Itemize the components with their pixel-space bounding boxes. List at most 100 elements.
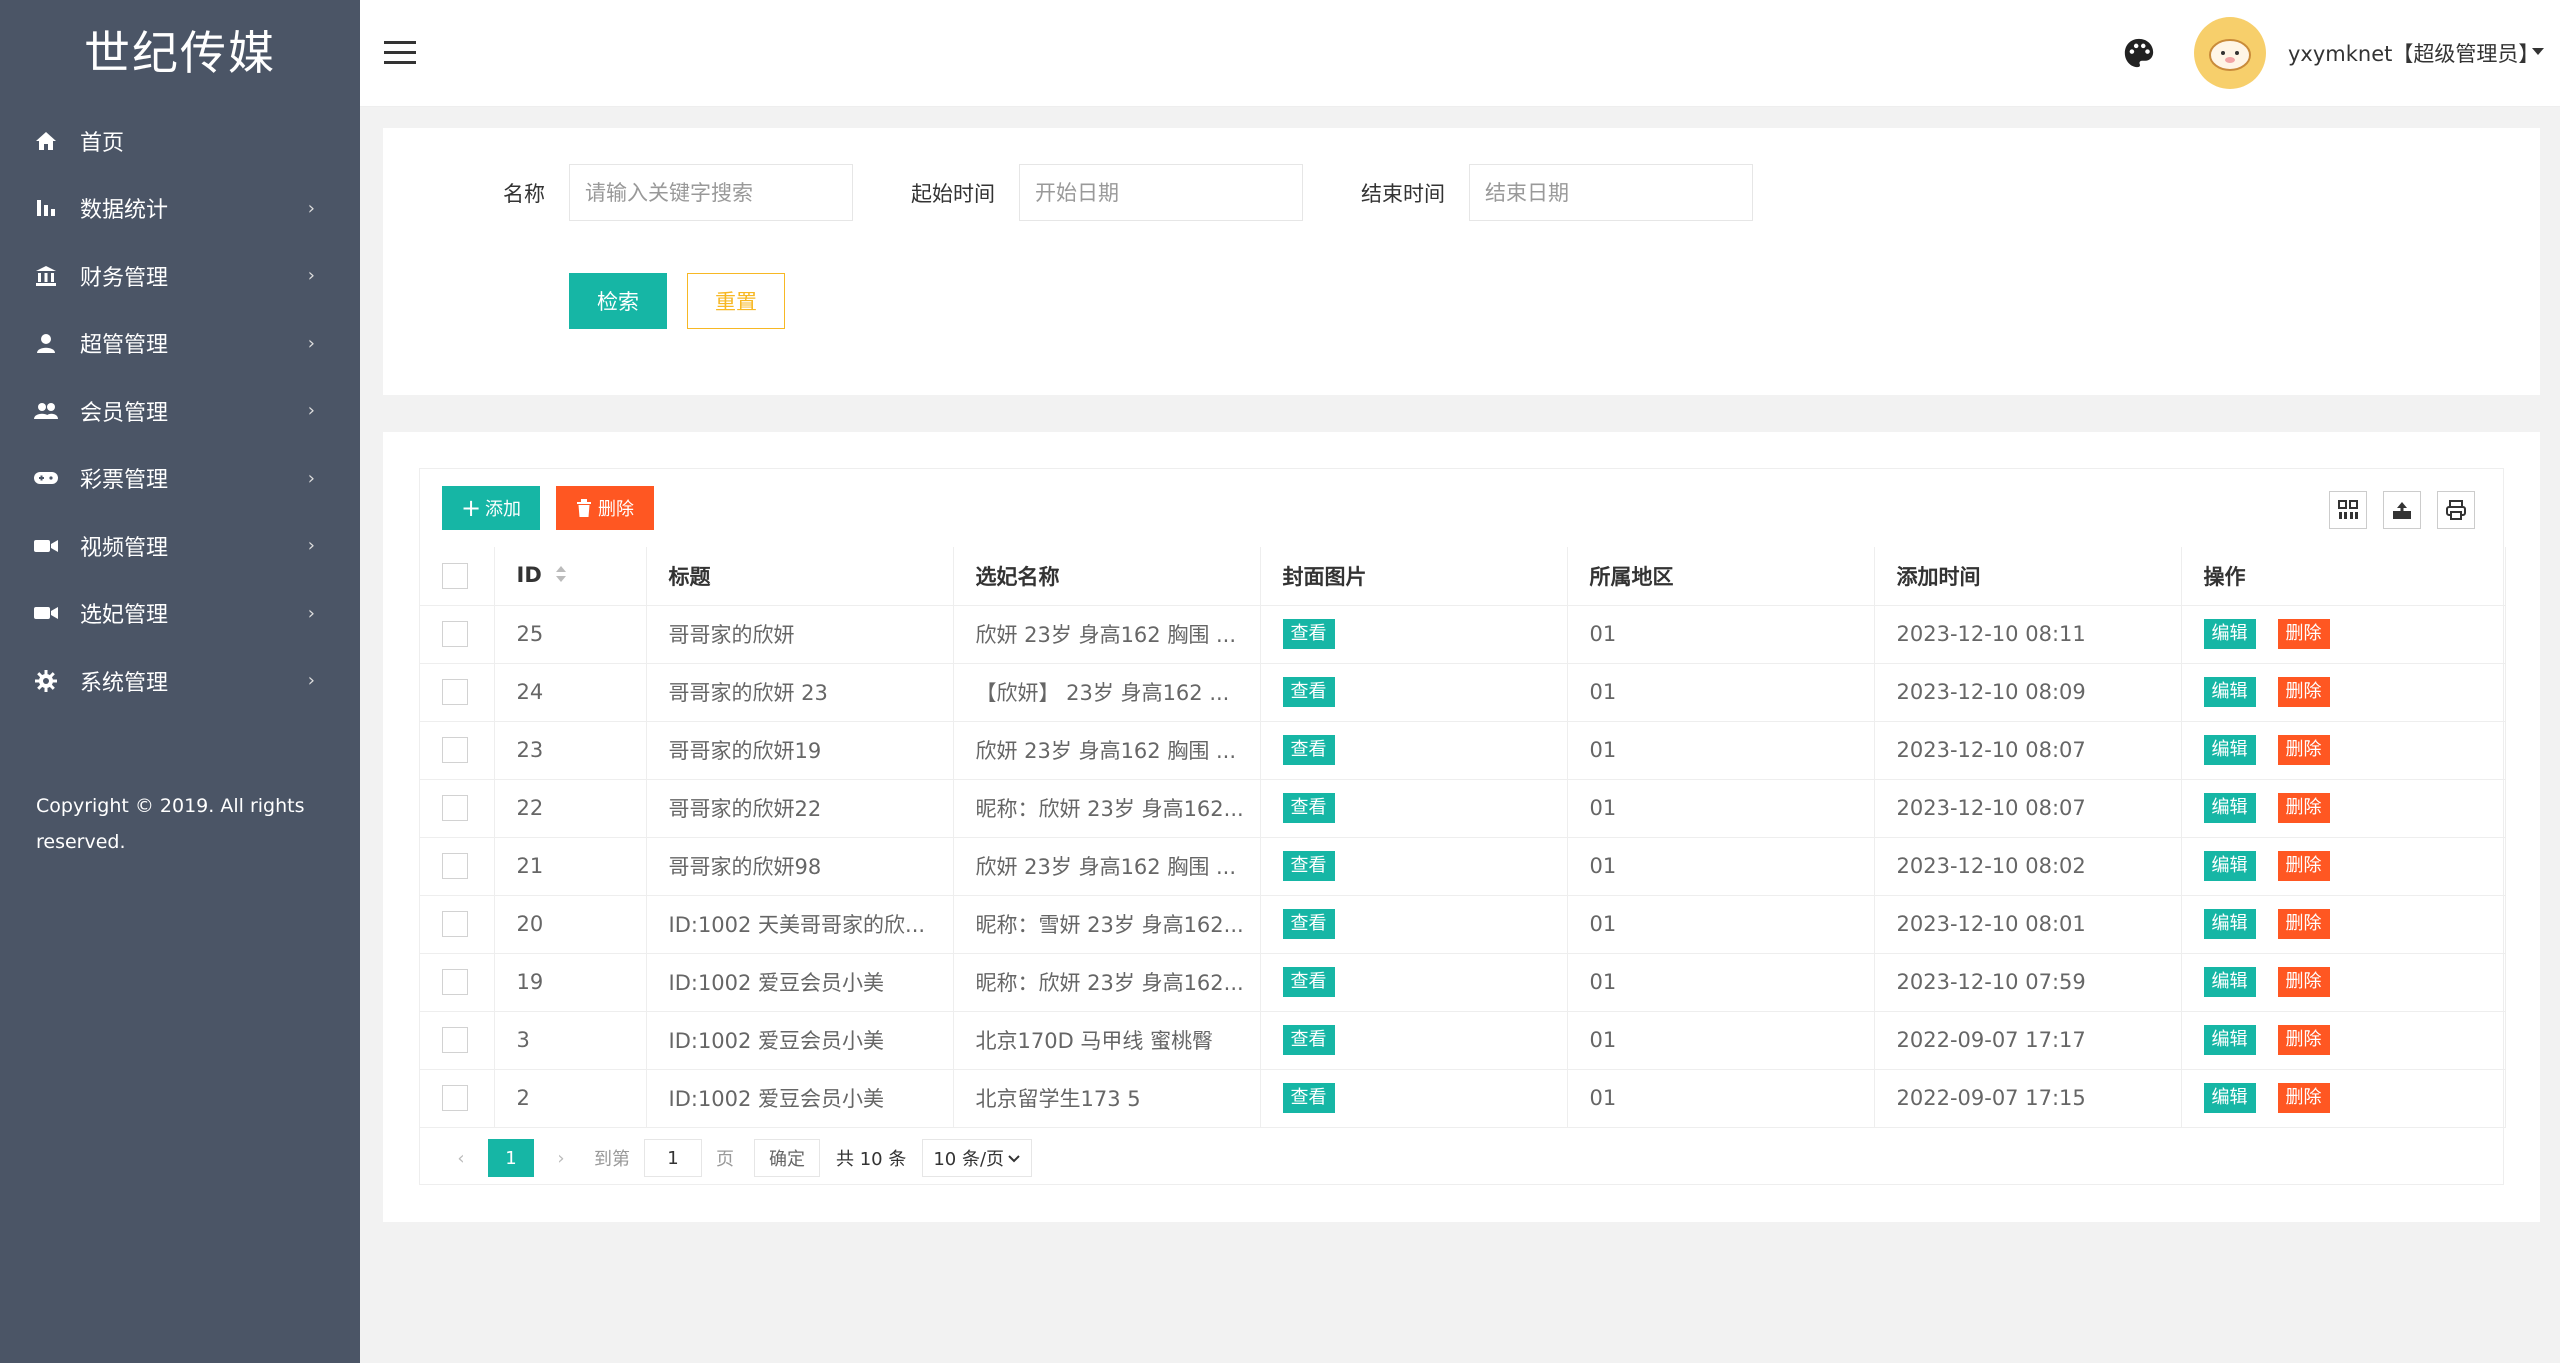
delete-button[interactable]: 删除 xyxy=(2277,677,2330,707)
delete-button[interactable]: 删除 xyxy=(2277,1083,2330,1113)
row-checkbox[interactable] xyxy=(442,911,468,937)
start-date-input[interactable] xyxy=(1019,164,1303,221)
edit-button[interactable]: 编辑 xyxy=(2203,677,2256,707)
view-cover-button[interactable]: 查看 xyxy=(1282,735,1335,765)
cell-id: 22 xyxy=(494,779,647,838)
view-cover-button[interactable]: 查看 xyxy=(1282,909,1335,939)
cell-id: 3 xyxy=(494,1011,647,1070)
data-table: ID 标题 选妃名称 封面图片 所属地区 添加时间 操作 25 哥哥家的欣妍 欣妍 … xyxy=(420,547,2506,1128)
cell-name: 【欣妍】 23岁 身高162 ... xyxy=(953,663,1261,722)
sort-icon[interactable] xyxy=(554,564,568,588)
edit-button[interactable]: 编辑 xyxy=(2203,1083,2256,1113)
batch-delete-button[interactable]: 删除 xyxy=(556,486,654,530)
view-cover-button[interactable]: 查看 xyxy=(1282,793,1335,823)
select-all-checkbox-cell xyxy=(420,547,495,606)
view-cover-button[interactable]: 查看 xyxy=(1282,677,1335,707)
delete-button[interactable]: 删除 xyxy=(2277,619,2330,649)
username[interactable]: yxymknet【超级管理员】 xyxy=(2288,38,2539,68)
table-row: 22 哥哥家的欣妍22 昵称：欣妍 23岁 身高162... 查看 01 2023-12-… xyxy=(420,779,2506,838)
page-unit-label: 页 xyxy=(716,1149,734,1170)
cell-id: 20 xyxy=(494,895,647,954)
cell-cover: 查看 xyxy=(1260,1011,1568,1070)
sidebar-item-system[interactable]: 系统管理 › xyxy=(0,647,360,715)
cell-id: 21 xyxy=(494,837,647,896)
view-cover-button[interactable]: 查看 xyxy=(1282,1025,1335,1055)
search-button[interactable]: 检索 xyxy=(569,273,667,329)
brand-logo: 世纪传媒 xyxy=(84,26,276,80)
goto-page-input[interactable] xyxy=(644,1139,702,1177)
end-time-label: 结束时间 xyxy=(1361,182,1445,206)
prev-page-button[interactable]: ‹ xyxy=(442,1139,480,1177)
chevron-right-icon: › xyxy=(307,332,315,354)
column-header-id[interactable]: ID xyxy=(494,547,647,606)
video-camera-icon xyxy=(32,532,60,560)
avatar[interactable] xyxy=(2194,17,2266,89)
caret-down-icon[interactable] xyxy=(2532,48,2544,55)
select-all-checkbox[interactable] xyxy=(442,562,468,589)
row-checkbox[interactable] xyxy=(442,795,468,821)
view-cover-button[interactable]: 查看 xyxy=(1282,851,1335,881)
sidebar-item-finance[interactable]: 财务管理 › xyxy=(0,242,360,310)
sidebar-item-stats[interactable]: 数据统计 › xyxy=(0,175,360,243)
view-cover-button[interactable]: 查看 xyxy=(1282,1083,1335,1113)
delete-button[interactable]: 删除 xyxy=(2277,1025,2330,1055)
row-checkbox[interactable] xyxy=(442,1027,468,1053)
sidebar-item-lottery[interactable]: 彩票管理 › xyxy=(0,445,360,513)
cell-name: 昵称：欣妍 23岁 身高162... xyxy=(953,953,1261,1012)
print-icon[interactable] xyxy=(2437,491,2475,529)
top-header: yxymknet【超级管理员】 xyxy=(360,0,2560,107)
export-icon[interactable] xyxy=(2383,491,2421,529)
table-body: 25 哥哥家的欣妍 欣妍 23岁 身高162 胸围 ... 查看 01 2023-12-1… xyxy=(420,605,2506,1128)
edit-button[interactable]: 编辑 xyxy=(2203,1025,2256,1055)
edit-button[interactable]: 编辑 xyxy=(2203,851,2256,881)
cell-id: 2 xyxy=(494,1069,647,1128)
name-search-input[interactable] xyxy=(569,164,853,221)
column-header-time: 添加时间 xyxy=(1874,547,2182,606)
page-size-select[interactable]: 10 条/页 xyxy=(922,1139,1033,1177)
cell-title: 哥哥家的欣妍 xyxy=(646,605,954,664)
user-icon xyxy=(32,329,60,357)
end-date-input[interactable] xyxy=(1469,164,1753,221)
next-page-button[interactable]: › xyxy=(542,1139,580,1177)
edit-button[interactable]: 编辑 xyxy=(2203,735,2256,765)
row-checkbox-cell xyxy=(420,1011,495,1070)
edit-button[interactable]: 编辑 xyxy=(2203,909,2256,939)
delete-button[interactable]: 删除 xyxy=(2277,909,2330,939)
sidebar-item-admin[interactable]: 超管管理 › xyxy=(0,310,360,378)
delete-button[interactable]: 删除 xyxy=(2277,967,2330,997)
delete-button[interactable]: 删除 xyxy=(2277,851,2330,881)
chevron-down-icon xyxy=(1007,1148,1021,1169)
edit-button[interactable]: 编辑 xyxy=(2203,793,2256,823)
row-checkbox[interactable] xyxy=(442,737,468,763)
palette-icon[interactable] xyxy=(2122,36,2156,70)
cell-actions: 编辑 删除 xyxy=(2181,721,2506,780)
sidebar-item-label: 选妃管理 xyxy=(80,603,169,629)
sidebar-item-home[interactable]: 首页 xyxy=(0,107,360,175)
row-checkbox[interactable] xyxy=(442,621,468,647)
row-checkbox[interactable] xyxy=(442,969,468,995)
menu-toggle-icon[interactable] xyxy=(384,41,416,67)
page-number-current[interactable]: 1 xyxy=(488,1139,534,1177)
row-checkbox[interactable] xyxy=(442,853,468,879)
reset-button[interactable]: 重置 xyxy=(687,273,785,329)
cell-id: 24 xyxy=(494,663,647,722)
delete-button[interactable]: 删除 xyxy=(2277,735,2330,765)
delete-button[interactable]: 删除 xyxy=(2277,793,2330,823)
view-cover-button[interactable]: 查看 xyxy=(1282,619,1335,649)
table-row: 25 哥哥家的欣妍 欣妍 23岁 身高162 胸围 ... 查看 01 2023-12-1… xyxy=(420,605,2506,664)
add-button[interactable]: + 添加 xyxy=(442,486,540,530)
search-panel: 名称 起始时间 结束时间 检索 重置 xyxy=(383,128,2540,395)
columns-filter-icon[interactable] xyxy=(2329,491,2367,529)
row-checkbox[interactable] xyxy=(442,1085,468,1111)
view-cover-button[interactable]: 查看 xyxy=(1282,967,1335,997)
goto-confirm-button[interactable]: 确定 xyxy=(754,1139,820,1177)
cell-time: 2023-12-10 08:02 xyxy=(1874,837,2182,896)
edit-button[interactable]: 编辑 xyxy=(2203,619,2256,649)
row-checkbox[interactable] xyxy=(442,679,468,705)
cell-actions: 编辑 删除 xyxy=(2181,1069,2506,1128)
cell-time: 2023-12-10 08:09 xyxy=(1874,663,2182,722)
edit-button[interactable]: 编辑 xyxy=(2203,967,2256,997)
sidebar-item-members[interactable]: 会员管理 › xyxy=(0,377,360,445)
sidebar-item-selection[interactable]: 选妃管理 › xyxy=(0,580,360,648)
sidebar-item-videos[interactable]: 视频管理 › xyxy=(0,512,360,580)
